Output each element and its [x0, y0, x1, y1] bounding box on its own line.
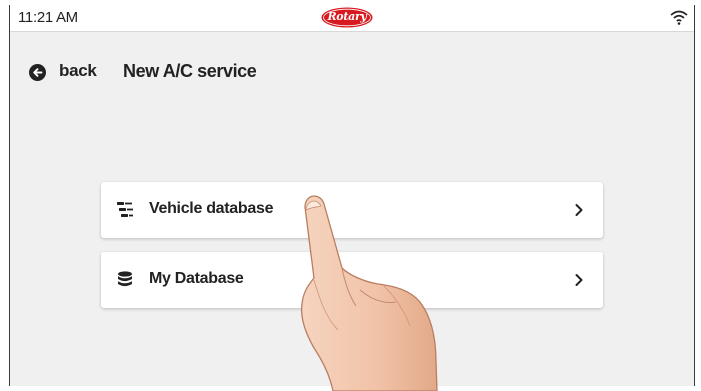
database-icon: [118, 271, 132, 287]
wifi-icon: [670, 10, 688, 25]
arrow-left-circle-icon[interactable]: [29, 64, 46, 81]
chevron-right-icon: [575, 204, 583, 216]
logo-text: Rotary: [327, 10, 367, 23]
page-title: New A/C service: [123, 61, 257, 81]
status-bar: 11:21 AM Rotary: [10, 5, 694, 32]
my-database-label: My Database: [149, 270, 244, 287]
back-button[interactable]: back: [59, 61, 97, 81]
chevron-right-icon: [575, 274, 583, 286]
vehicle-database-button[interactable]: Vehicle database: [101, 182, 603, 238]
navigation-header: back New A/C service: [10, 59, 694, 85]
vehicle-list-icon: [117, 202, 133, 217]
rotary-logo: Rotary: [321, 7, 373, 28]
device-screen: 11:21 AM Rotary back New A/C service Veh…: [9, 5, 695, 386]
my-database-button[interactable]: My Database: [101, 252, 603, 308]
clock-time: 11:21 AM: [18, 9, 78, 26]
vehicle-database-label: Vehicle database: [149, 200, 274, 217]
